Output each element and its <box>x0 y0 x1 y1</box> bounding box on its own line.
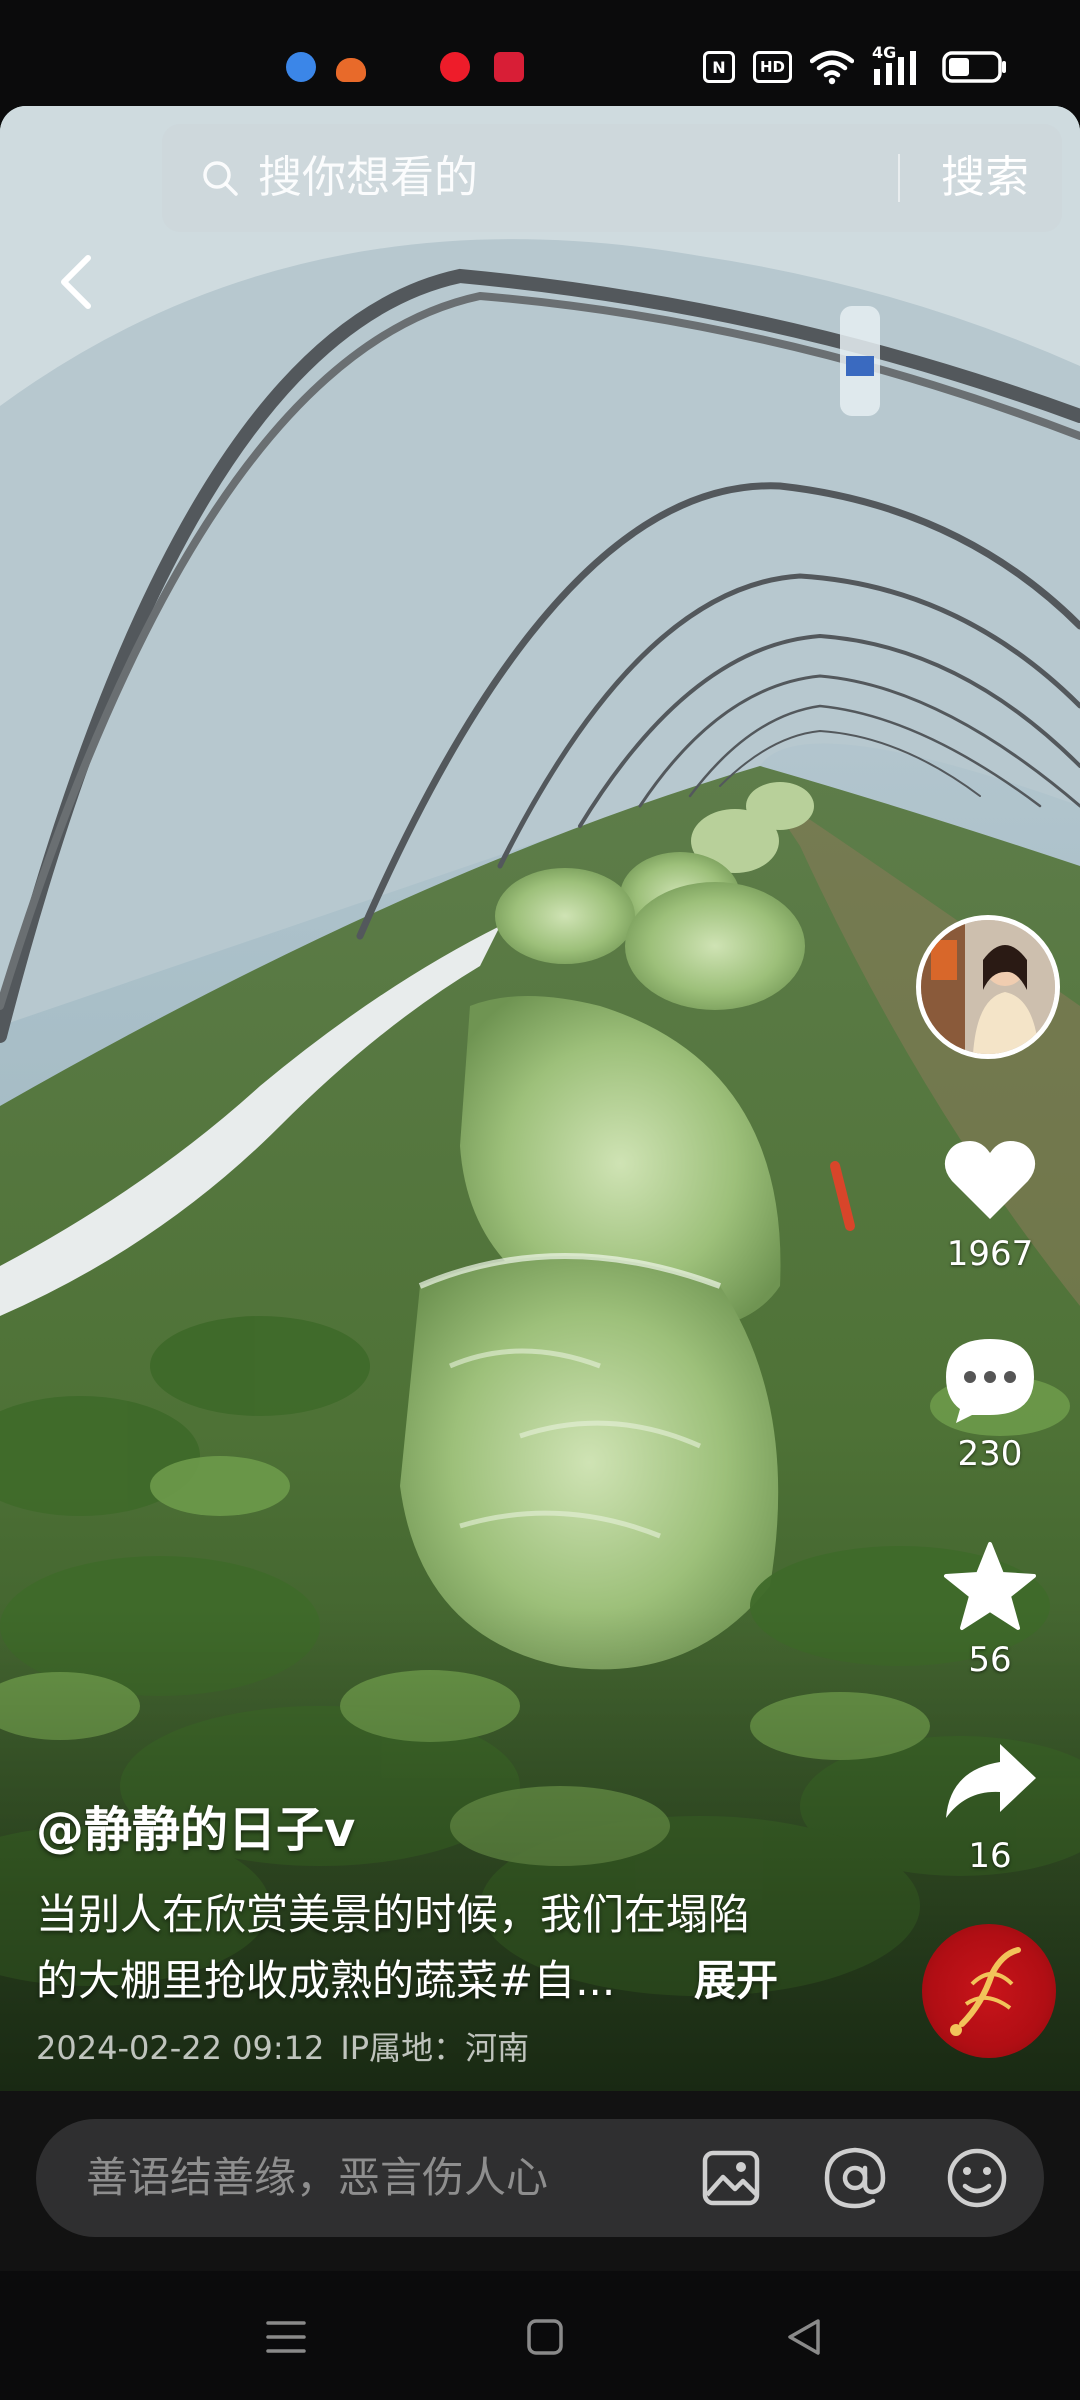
author-name[interactable]: @静静的日子v <box>36 1798 355 1862</box>
expand-caption-link[interactable]: 展开 <box>694 1948 778 2014</box>
app-red-icon <box>440 52 470 82</box>
share-button[interactable]: 16 <box>930 1734 1050 1876</box>
chevron-left-icon <box>61 255 91 309</box>
wifi-icon <box>810 50 854 85</box>
heart-icon <box>944 1141 1036 1219</box>
post-datetime: 2024-02-22 09:12 <box>36 2029 325 2067</box>
like-count: 1967 <box>946 1234 1034 1274</box>
author-avatar[interactable] <box>916 915 1060 1059</box>
image-button[interactable] <box>696 2143 766 2213</box>
home-square-icon <box>527 2319 563 2355</box>
search-divider <box>898 154 900 202</box>
star-icon <box>944 1542 1036 1630</box>
caption-line: 当别人在欣赏美景的时候，我们在塌陷 <box>36 1890 751 1939</box>
status-bar: N HD 4G <box>0 0 1080 106</box>
search-button[interactable]: 搜索 <box>920 146 1050 210</box>
mention-button[interactable] <box>820 2143 890 2213</box>
avatar-image <box>921 920 1055 1054</box>
recent-apps-button[interactable] <box>256 2311 316 2363</box>
app-orange-icon <box>336 58 366 82</box>
favorite-count: 56 <box>968 1640 1012 1680</box>
like-button[interactable]: 1967 <box>930 1132 1050 1274</box>
nfc-label: N <box>712 57 726 77</box>
video-player[interactable]: 搜你想看的 搜索 1967 230 56 16 @静静的日子v 当别人在欣赏美景… <box>0 106 1080 2091</box>
system-nav-bar <box>0 2271 1080 2400</box>
home-button[interactable] <box>515 2311 575 2363</box>
search-bar[interactable]: 搜你想看的 搜索 <box>162 124 1062 232</box>
battery-icon <box>942 51 1006 83</box>
greenhouse-video-frame <box>0 106 1080 2091</box>
favorite-button[interactable]: 56 <box>930 1538 1050 1680</box>
comment-bubble-icon <box>946 1339 1034 1423</box>
post-meta: 2024-02-22 09:12 IP属地：河南 <box>36 2026 529 2070</box>
music-disc[interactable] <box>922 1924 1056 2058</box>
share-count: 16 <box>968 1836 1012 1876</box>
app-red-video-icon <box>494 52 524 82</box>
mention-icon <box>824 2147 886 2209</box>
back-triangle-icon <box>788 2319 820 2355</box>
search-icon <box>203 161 238 196</box>
comment-count: 230 <box>957 1434 1023 1474</box>
comment-placeholder: 善语结善缘，恶言伤人心 <box>86 2153 549 2202</box>
cellular-signal-icon: 4G <box>872 43 924 87</box>
emoji-icon <box>947 2148 1007 2208</box>
comment-input[interactable]: 善语结善缘，恶言伤人心 <box>36 2119 1044 2237</box>
hd-voice-icon: HD <box>752 51 792 83</box>
post-ip-location: IP属地：河南 <box>340 2029 530 2067</box>
back-button[interactable] <box>40 246 112 318</box>
search-input[interactable]: 搜你想看的 <box>258 150 478 206</box>
nfc-icon: N <box>702 51 735 83</box>
app-blue-icon <box>286 52 316 82</box>
hd-label: HD <box>759 58 785 76</box>
comment-area: 善语结善缘，恶言伤人心 <box>0 2091 1080 2271</box>
back-nav-button[interactable] <box>774 2311 834 2363</box>
music-disc-art-icon <box>950 1947 1021 2036</box>
image-icon <box>702 2150 760 2206</box>
comment-button[interactable]: 230 <box>930 1332 1050 1474</box>
menu-icon <box>266 2321 306 2353</box>
share-arrow-icon <box>946 1744 1036 1818</box>
emoji-button[interactable] <box>942 2143 1012 2213</box>
